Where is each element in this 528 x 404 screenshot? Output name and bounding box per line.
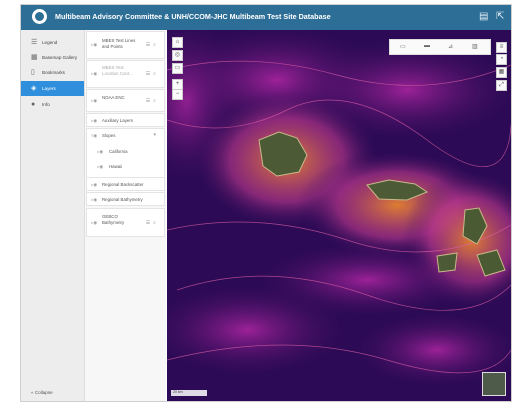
eye-icon[interactable]: ▹◉	[91, 197, 97, 203]
layer-item[interactable]: ▹◉ Regional Backscatter	[86, 177, 165, 191]
app-header: Multibeam Advisory Committee & UNH/CCOM-…	[21, 5, 511, 30]
more-icon[interactable]: ▾	[153, 132, 159, 138]
document-icon[interactable]: ▤	[479, 11, 488, 23]
layer-label: NOAA ENC	[102, 95, 125, 100]
app-window: Multibeam Advisory Committee & UNH/CCOM-…	[20, 4, 512, 402]
layer-item[interactable]: ▹◉ NOAA ENC ☰⌕	[86, 89, 165, 112]
scale-bar: 20 km	[171, 390, 207, 396]
layer-label: MBES Test Lines and Points	[102, 38, 136, 49]
bathymetry-map	[167, 30, 511, 401]
layer-item[interactable]: ▹◉ GEBCO Bathymetry ☰⌕	[86, 208, 165, 237]
double-chevron-left-icon: «	[31, 390, 34, 395]
sidebar-item-label: Layers	[42, 86, 56, 91]
fullscreen-button[interactable]: ⤢	[496, 80, 507, 91]
eye-icon[interactable]: ▹◉	[91, 98, 97, 104]
layer-label: Regional Backscatter	[102, 182, 144, 187]
layer-label: Hawaii	[109, 164, 123, 169]
layer-item[interactable]: ▹◉ Auxiliary Layers	[86, 113, 165, 127]
layer-item[interactable]: ▹◉ MBES Test Location Cont... ☰⌕	[86, 60, 165, 88]
layer-label: GEBCO Bathymetry	[102, 214, 125, 225]
layers-icon: ◈	[31, 85, 37, 92]
info-icon: ●	[31, 101, 36, 108]
compass-button[interactable]: ▭	[172, 63, 183, 74]
sidebar-item-label: Bookmarks	[42, 70, 65, 75]
eye-icon[interactable]: ▹◉	[91, 71, 97, 77]
trash-icon[interactable]: ▥	[472, 43, 478, 50]
zoom-out-button[interactable]: −	[172, 89, 183, 100]
overview-map-thumbnail[interactable]	[482, 372, 506, 396]
sidebar-item-label: Info	[42, 102, 50, 107]
layer-actions-icon[interactable]: ☰⌕	[146, 220, 159, 226]
layer-toggle-button[interactable]: ≡	[496, 42, 507, 53]
map-view[interactable]: ⌂ ◎ ▭ + − ▭ ▬ ⊿ ▥ ≡ ◔ ▦ ⤢ 20 km	[167, 30, 511, 401]
collapse-button[interactable]: « Collapse	[31, 390, 53, 395]
app-logo	[32, 9, 47, 24]
collapse-label: Collapse	[34, 390, 53, 395]
locate-button[interactable]: ◎	[172, 50, 183, 61]
overview-button[interactable]: ◔	[496, 54, 507, 65]
measure-icon[interactable]: ⊿	[448, 43, 453, 50]
eye-icon[interactable]: ▹◉	[91, 118, 97, 124]
layer-label: California	[109, 149, 128, 154]
sidebar-item-info[interactable]: ● Info	[21, 97, 84, 112]
layer-actions-icon[interactable]: ☰⌕	[146, 71, 159, 77]
layer-item[interactable]: ▹◉ Regional Bathymetry	[86, 192, 165, 206]
map-toolbar: ▭ ▬ ⊿ ▥	[389, 39, 491, 55]
legend-icon: ☰	[31, 39, 38, 46]
layer-label: Slopes	[102, 133, 116, 138]
sidebar-item-basemap-gallery[interactable]: ▦ Basemap Gallery	[21, 50, 84, 65]
folder-icon[interactable]: ▬	[424, 43, 430, 49]
sidebar-item-bookmarks[interactable]: ▯ Bookmarks	[21, 65, 84, 80]
eye-icon[interactable]: ▿◉	[91, 133, 97, 139]
layer-label: MBES Test Location Cont...	[102, 65, 133, 76]
eye-icon[interactable]: ▹◉	[91, 220, 97, 226]
sidebar: ☰ Legend ▦ Basemap Gallery ▯ Bookmarks ◈…	[21, 30, 85, 401]
sidebar-item-label: Basemap Gallery	[42, 55, 78, 60]
app-title: Multibeam Advisory Committee & UNH/CCOM-…	[55, 12, 331, 21]
layer-label: Auxiliary Layers	[102, 118, 133, 123]
sidebar-item-legend[interactable]: ☰ Legend	[21, 35, 84, 50]
sidebar-item-layers[interactable]: ◈ Layers	[21, 81, 84, 96]
eye-icon[interactable]: ▹◉	[97, 149, 103, 155]
eye-icon[interactable]: ▹◉	[91, 182, 97, 188]
eye-icon[interactable]: ▹◉	[91, 42, 97, 48]
sidebar-item-label: Legend	[42, 40, 58, 45]
layer-label: Regional Bathymetry	[102, 197, 143, 202]
share-icon[interactable]: ⇱	[496, 11, 504, 23]
layer-actions-icon[interactable]: ☰⌕	[146, 42, 159, 48]
layer-item[interactable]: ▹◉ MBES Test Lines and Points ☰⌕	[86, 31, 165, 59]
layer-actions-icon[interactable]: ☰⌕	[146, 98, 159, 104]
grid-icon: ▦	[31, 54, 38, 61]
bookmark-icon: ▯	[31, 69, 35, 76]
print-icon[interactable]: ▭	[400, 43, 406, 50]
eye-icon[interactable]: ▹◉	[97, 164, 103, 170]
layer-list-panel: ▹◉ MBES Test Lines and Points ☰⌕ ▹◉ MBES…	[85, 30, 166, 401]
home-button[interactable]: ⌂	[172, 37, 183, 48]
basemap-button[interactable]: ▦	[496, 67, 507, 78]
